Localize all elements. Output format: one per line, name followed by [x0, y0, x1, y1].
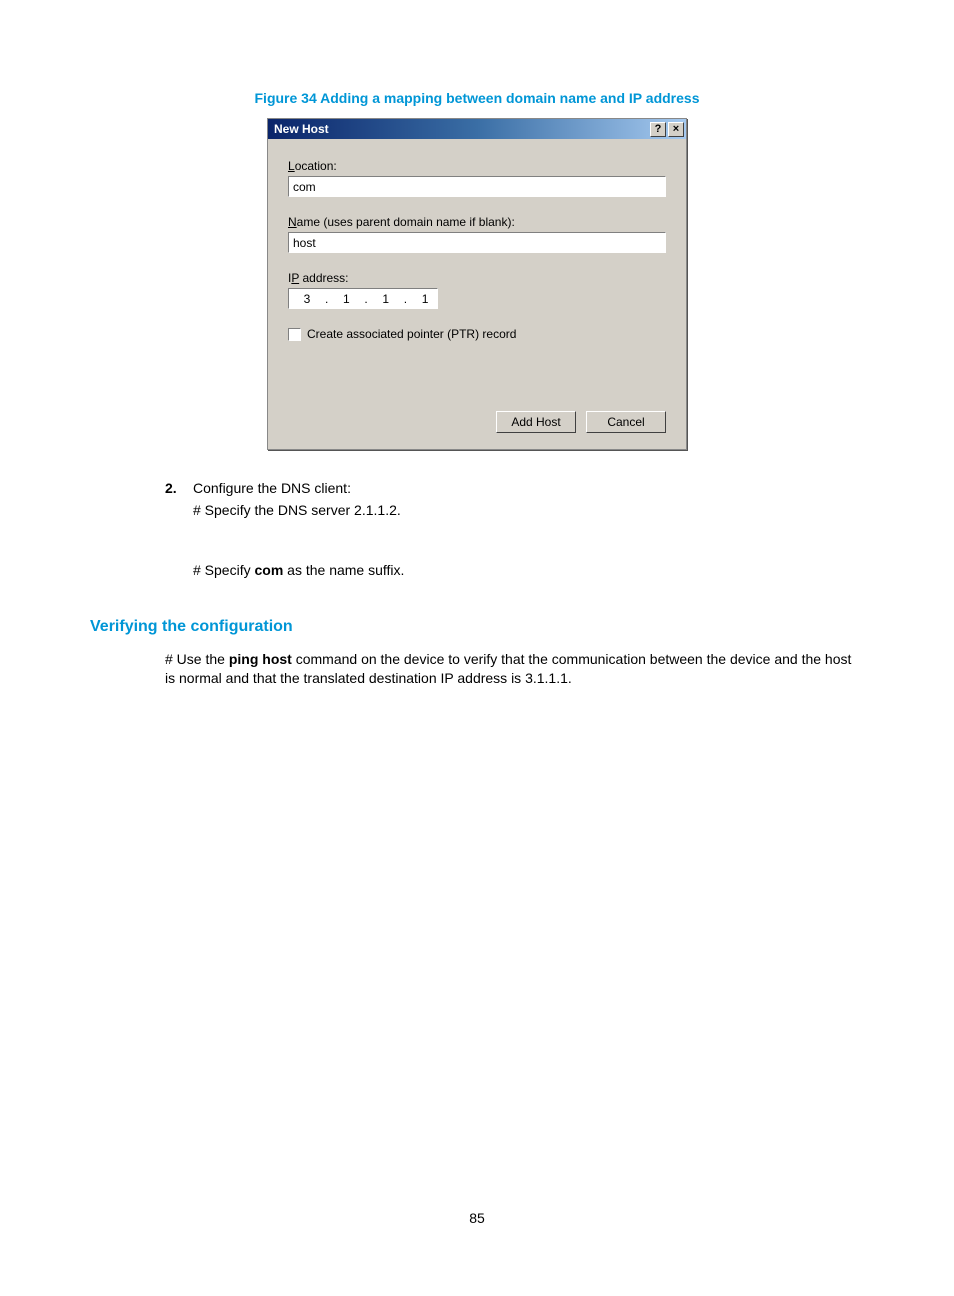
help-icon[interactable]: ? [650, 122, 666, 137]
ip-octet-2[interactable] [328, 292, 364, 306]
location-input[interactable] [288, 176, 666, 197]
section-heading: Verifying the configuration [90, 618, 864, 636]
close-icon[interactable]: × [668, 122, 684, 137]
step-number: 2. [165, 480, 193, 496]
dialog-body: Location: Name (uses parent domain name … [268, 139, 686, 449]
step-text: Configure the DNS client: [193, 480, 864, 496]
dialog-container: New Host ? × Location: Name (uses parent… [90, 118, 864, 450]
new-host-dialog: New Host ? × Location: Name (uses parent… [267, 118, 687, 450]
figure-caption: Figure 34 Adding a mapping between domai… [215, 90, 739, 106]
step-2: 2. Configure the DNS client: [165, 480, 864, 496]
ptr-checkbox-row: Create associated pointer (PTR) record [288, 327, 666, 341]
ip-label: IP address: [288, 271, 666, 285]
dialog-button-row: Add Host Cancel [288, 411, 666, 433]
name-label: Name (uses parent domain name if blank): [288, 215, 666, 229]
ip-octet-4[interactable] [407, 292, 443, 306]
verify-text: # Use the ping host command on the devic… [165, 650, 864, 688]
dialog-titlebar: New Host ? × [268, 119, 686, 139]
step-2-line-1: # Specify the DNS server 2.1.1.2. [193, 502, 864, 518]
ptr-checkbox[interactable] [288, 328, 301, 341]
step-2-line-2: # Specify com as the name suffix. [193, 562, 864, 578]
ip-octet-1[interactable] [289, 292, 325, 306]
cancel-button[interactable]: Cancel [586, 411, 666, 433]
name-input[interactable] [288, 232, 666, 253]
ip-octet-3[interactable] [368, 292, 404, 306]
ip-address-input[interactable]: . . . [288, 288, 438, 309]
ptr-label: Create associated pointer (PTR) record [307, 327, 516, 341]
add-host-button[interactable]: Add Host [496, 411, 576, 433]
location-label: Location: [288, 159, 666, 173]
dialog-title: New Host [274, 122, 648, 136]
page-number: 85 [0, 1210, 954, 1226]
